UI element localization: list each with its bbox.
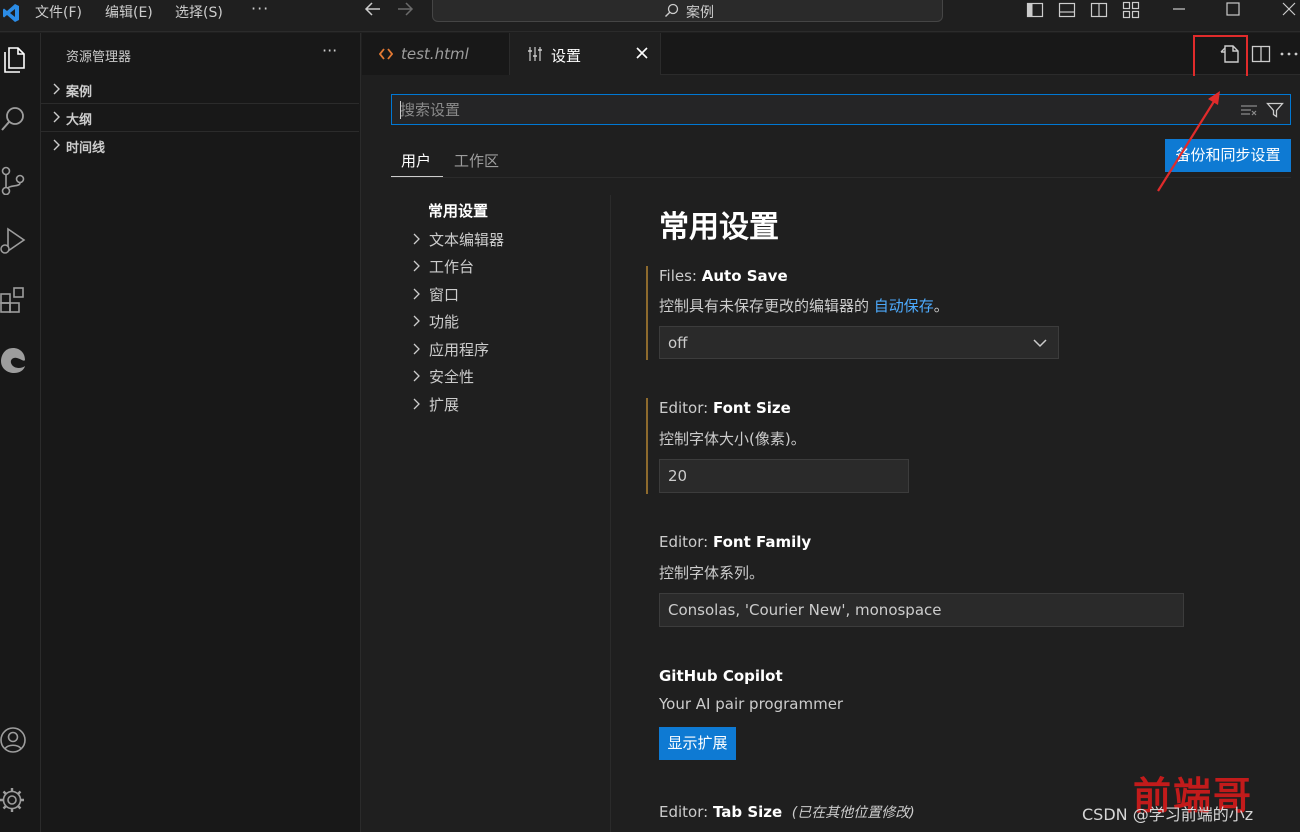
chevron-right-icon [413,260,420,272]
activity-bar [0,33,41,832]
more-actions-icon[interactable] [1278,43,1300,65]
text-caret [400,101,401,119]
command-center-text: 案例 [686,5,714,21]
chevron-right-icon [413,398,420,410]
html-code-icon [379,48,393,60]
show-extension-button[interactable]: 显示扩展 [659,727,736,760]
sidebar-section-folder[interactable]: 案例 [41,77,359,103]
search-icon [665,3,679,17]
maximize-icon[interactable] [1224,0,1242,18]
toc-item-label: 扩展 [429,396,460,414]
csdn-watermark: CSDN @学习前端的小z [1082,805,1254,824]
chevron-right-icon [413,370,420,382]
chevron-right-icon [413,315,420,327]
setting-desc-auto-save: 控制具有未保存更改的编辑器的 自动保存。 [659,297,949,315]
toc-commonly-used[interactable]: 常用设置 [428,200,488,221]
modified-indicator [646,398,648,494]
split-editor-icon[interactable] [1250,43,1272,65]
toc-item-label: 文本编辑器 [429,231,505,249]
toggle-secondary-sidebar-icon[interactable] [1090,1,1108,19]
setting-title-tab-size: Editor: Tab Size (已在其他位置修改) [659,803,915,821]
tab-user-settings[interactable]: 用户 [401,150,431,171]
filter-icon[interactable] [1266,101,1284,119]
source-control-icon[interactable] [0,165,26,195]
toc-item-label: 窗口 [429,286,460,304]
setting-title-font-family: Editor: Font Family [659,533,812,551]
font-size-input[interactable]: 20 [659,459,909,493]
tab-settings[interactable]: 设置 [510,33,661,75]
sidebar-section-timeline[interactable]: 时间线 [41,133,359,159]
tab-test-html[interactable]: test.html [362,33,510,75]
chevron-right-icon [53,83,60,95]
title-bar: 文件(F) 编辑(E) 选择(S) ··· 案例 [0,0,1300,32]
toc-item-label: 功能 [429,313,460,331]
forward-arrow-icon[interactable] [396,1,414,17]
setting-desc-font-size: 控制字体大小(像素)。 [659,430,806,448]
account-icon[interactable] [0,725,26,755]
active-scope-underline [391,176,443,177]
dropdown-value: off [668,334,688,352]
explorer-sidebar: 资源管理器 ··· 案例 大纲 时间线 [41,33,361,832]
explorer-icon[interactable] [0,43,26,73]
vscode-logo-icon [3,4,19,22]
modified-indicator [646,266,648,360]
settings-search-input[interactable] [400,100,1220,120]
command-center[interactable]: 案例 [432,0,943,22]
menu-more-button[interactable]: ··· [251,0,269,18]
toggle-sidebar-icon[interactable] [1026,1,1044,19]
setting-desc-font-family: 控制字体系列。 [659,564,765,582]
toggle-panel-icon[interactable] [1058,1,1076,19]
menu-selection[interactable]: 选择(S) [175,2,223,22]
sidebar-section-label: 时间线 [66,141,106,156]
settings-sliders-icon [528,47,542,61]
close-icon[interactable] [634,45,650,61]
tab-label: 设置 [551,47,582,65]
customize-layout-icon[interactable] [1122,1,1140,19]
chevron-right-icon [53,139,60,151]
back-arrow-icon[interactable] [364,1,382,17]
tab-label: test.html [401,45,469,63]
setting-desc-copilot: Your AI pair programmer [659,695,844,713]
chevron-right-icon [413,288,420,300]
toc-item-label: 应用程序 [429,341,490,359]
toc-item-label: 安全性 [429,368,475,386]
font-family-input[interactable]: Consolas, 'Courier New', monospace [659,593,1184,627]
chevron-right-icon [413,233,420,245]
chevron-right-icon [53,111,60,123]
menu-edit[interactable]: 编辑(E) [105,2,153,22]
section-divider [41,131,359,132]
section-divider [41,103,359,104]
sidebar-section-label: 案例 [66,85,93,100]
setting-title-font-size: Editor: Font Size [659,399,791,417]
auto-save-dropdown[interactable]: off [659,326,1059,359]
run-debug-icon[interactable] [0,225,26,255]
close-window-icon[interactable] [1280,0,1298,18]
annotation-highlight-box [1193,35,1248,81]
auto-save-link[interactable]: 自动保存 [874,297,934,315]
search-icon[interactable] [0,105,26,135]
settings-group-title: 常用设置 [659,210,779,245]
edge-devtools-icon[interactable] [0,345,26,375]
sidebar-section-outline[interactable]: 大纲 [41,105,359,131]
extensions-icon[interactable] [0,285,26,315]
manage-gear-icon[interactable] [0,785,26,815]
input-value: Consolas, 'Courier New', monospace [668,601,942,619]
toc-item-label: 工作台 [429,258,475,276]
setting-title-auto-save: Files: Auto Save [659,267,788,285]
chevron-right-icon [413,343,420,355]
chevron-down-icon [1033,339,1047,348]
sidebar-title: 资源管理器 [66,50,132,65]
minimize-icon[interactable] [1170,0,1188,18]
sidebar-more-button[interactable]: ··· [322,41,337,60]
setting-title-copilot: GitHub Copilot [659,667,783,685]
input-value: 20 [668,467,688,485]
menu-file[interactable]: 文件(F) [35,2,82,22]
annotation-arrow [1157,91,1220,192]
toc-divider [610,195,611,832]
sidebar-section-label: 大纲 [66,113,93,128]
tab-workspace-settings[interactable]: 工作区 [454,150,499,171]
clear-filter-icon[interactable] [1240,103,1258,117]
editor-tab-bar: test.html 设置 [362,33,1300,75]
